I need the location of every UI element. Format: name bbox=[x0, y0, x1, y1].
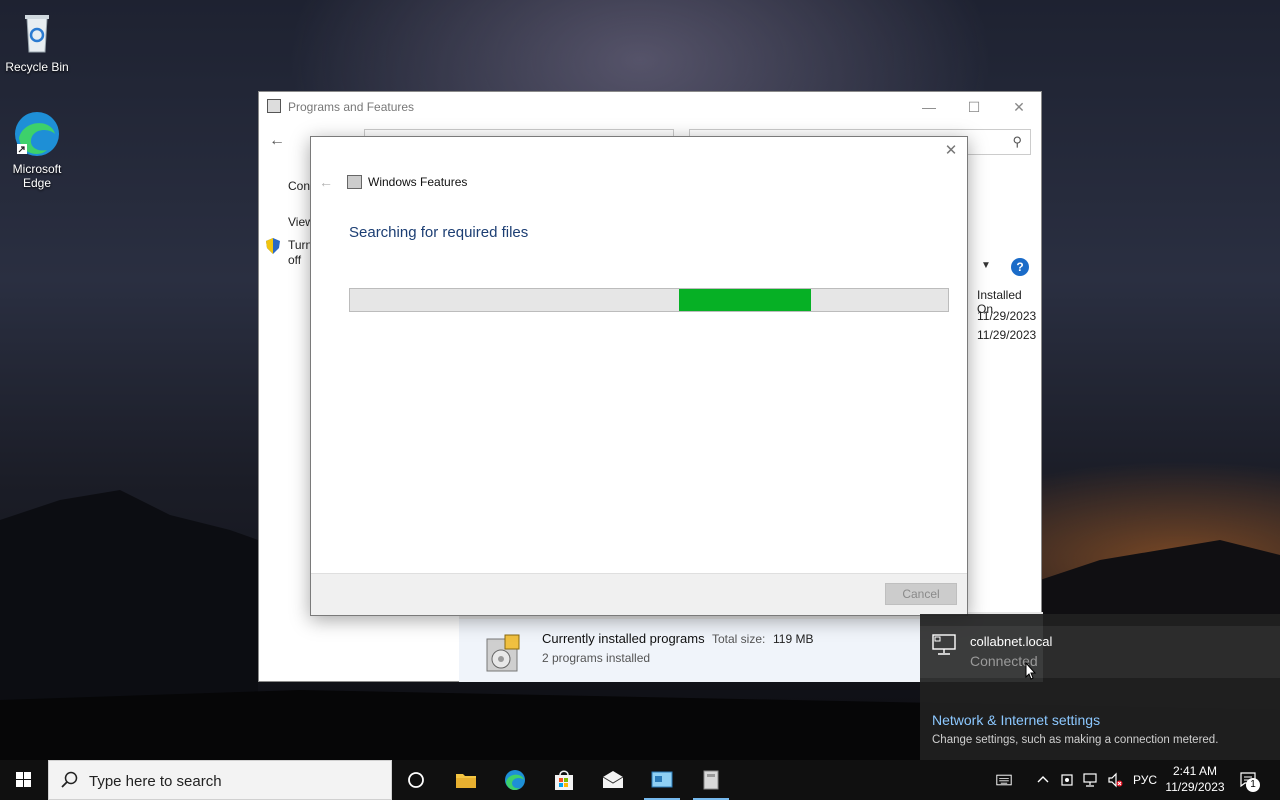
dialog-footer: Cancel bbox=[311, 573, 967, 615]
back-arrow-icon: ← bbox=[319, 174, 333, 190]
windows-features-dialog: ✕ ← Windows Features Searching for requi… bbox=[310, 136, 968, 616]
programs-box-icon bbox=[486, 634, 520, 672]
taskbar-file-explorer[interactable] bbox=[442, 760, 490, 800]
task-view-button[interactable] bbox=[392, 760, 440, 800]
minimize-button[interactable]: — bbox=[906, 92, 952, 122]
sidebar-turn-features-link[interactable]: Turn bbox=[288, 238, 312, 252]
table-cell-installed-on: 11/29/2023 bbox=[977, 328, 1037, 342]
taskbar-edge[interactable] bbox=[491, 760, 539, 800]
edge-icon bbox=[505, 770, 525, 790]
recycle-bin-icon bbox=[25, 15, 49, 53]
desktop-icon-label: Recycle Bin bbox=[5, 60, 69, 74]
taskbar-windows-features[interactable] bbox=[687, 760, 735, 800]
input-language-indicator[interactable]: РУС bbox=[1133, 773, 1157, 787]
shield-icon bbox=[266, 238, 280, 254]
taskbar-search-box[interactable]: Type here to search bbox=[48, 760, 392, 800]
notification-count-badge: 1 bbox=[1246, 778, 1260, 792]
network-icon[interactable] bbox=[1083, 772, 1099, 788]
desktop-icon-microsoft-edge[interactable]: Microsoft Edge bbox=[0, 110, 74, 190]
control-panel-icon bbox=[267, 99, 281, 113]
status-program-count: 2 programs installed bbox=[542, 651, 651, 665]
search-icon: ⚲ bbox=[1012, 134, 1022, 149]
tray-app-icon[interactable] bbox=[1059, 772, 1075, 788]
windows-features-icon bbox=[703, 770, 719, 790]
taskbar-control-panel[interactable] bbox=[638, 760, 686, 800]
sidebar-turn-features-link-line2[interactable]: off bbox=[288, 253, 301, 267]
volume-muted-icon[interactable] bbox=[1107, 772, 1123, 788]
status-title: Currently installed programs bbox=[542, 631, 705, 646]
taskbar-search-placeholder: Type here to search bbox=[89, 773, 222, 790]
table-cell-installed-on: 11/29/2023 bbox=[977, 309, 1037, 323]
network-connection-item[interactable]: collabnet.local Connected bbox=[920, 626, 1280, 678]
maximize-button[interactable]: ☐ bbox=[951, 92, 997, 122]
network-flyout: collabnet.local Connected Network & Inte… bbox=[920, 614, 1280, 760]
cancel-button[interactable]: Cancel bbox=[885, 583, 957, 605]
sidebar-control-panel-link[interactable]: Con bbox=[288, 179, 310, 193]
edge-icon bbox=[15, 112, 59, 156]
network-settings-description: Change settings, such as making a connec… bbox=[932, 734, 1219, 746]
status-size-value: 119 MB bbox=[773, 632, 814, 646]
back-arrow-icon[interactable]: ← bbox=[269, 132, 285, 150]
store-bag-icon bbox=[555, 770, 573, 790]
taskbar-mail[interactable] bbox=[589, 760, 637, 800]
dialog-title: Windows Features bbox=[368, 175, 468, 189]
cortana-circle-icon bbox=[408, 772, 424, 788]
clock-time: 2:41 AM bbox=[1172, 764, 1218, 778]
dialog-heading: Searching for required files bbox=[349, 224, 529, 241]
clock[interactable]: 2:41 AM 11/29/2023 bbox=[1160, 763, 1230, 795]
search-icon bbox=[61, 771, 78, 788]
help-icon[interactable]: ? bbox=[1011, 258, 1029, 276]
keyboard-icon[interactable] bbox=[996, 772, 1012, 788]
view-options-dropdown-icon[interactable]: ▼ bbox=[981, 260, 991, 271]
start-button[interactable] bbox=[0, 760, 48, 800]
windows-features-icon bbox=[347, 175, 362, 189]
network-name: collabnet.local bbox=[970, 634, 1053, 649]
mouse-cursor-icon bbox=[1025, 662, 1037, 680]
taskbar-microsoft-store[interactable] bbox=[540, 760, 588, 800]
desktop-icon-recycle-bin[interactable]: Recycle Bin bbox=[0, 8, 74, 74]
window-title: Programs and Features bbox=[288, 100, 415, 114]
dialog-close-button[interactable]: ✕ bbox=[943, 143, 959, 159]
progress-bar-fill bbox=[679, 289, 811, 311]
network-settings-link[interactable]: Network & Internet settings bbox=[932, 712, 1100, 728]
mail-envelope-icon bbox=[602, 771, 624, 788]
progress-bar bbox=[349, 288, 949, 312]
chevron-up-icon[interactable] bbox=[1035, 772, 1051, 788]
control-panel-icon bbox=[651, 771, 673, 788]
folder-icon bbox=[456, 774, 476, 788]
window-titlebar[interactable]: Programs and Features — ☐ ✕ bbox=[259, 92, 1041, 122]
ethernet-network-icon bbox=[932, 634, 956, 655]
close-button[interactable]: ✕ bbox=[996, 92, 1042, 122]
taskbar: Type here to search РУС 2:41 AM 11/29/20… bbox=[0, 760, 1280, 800]
clock-date: 11/29/2023 bbox=[1165, 780, 1225, 794]
windows-logo-icon bbox=[16, 772, 31, 787]
desktop-icon-label: Microsoft Edge bbox=[12, 162, 62, 190]
status-size-label: Total size: bbox=[712, 632, 766, 646]
